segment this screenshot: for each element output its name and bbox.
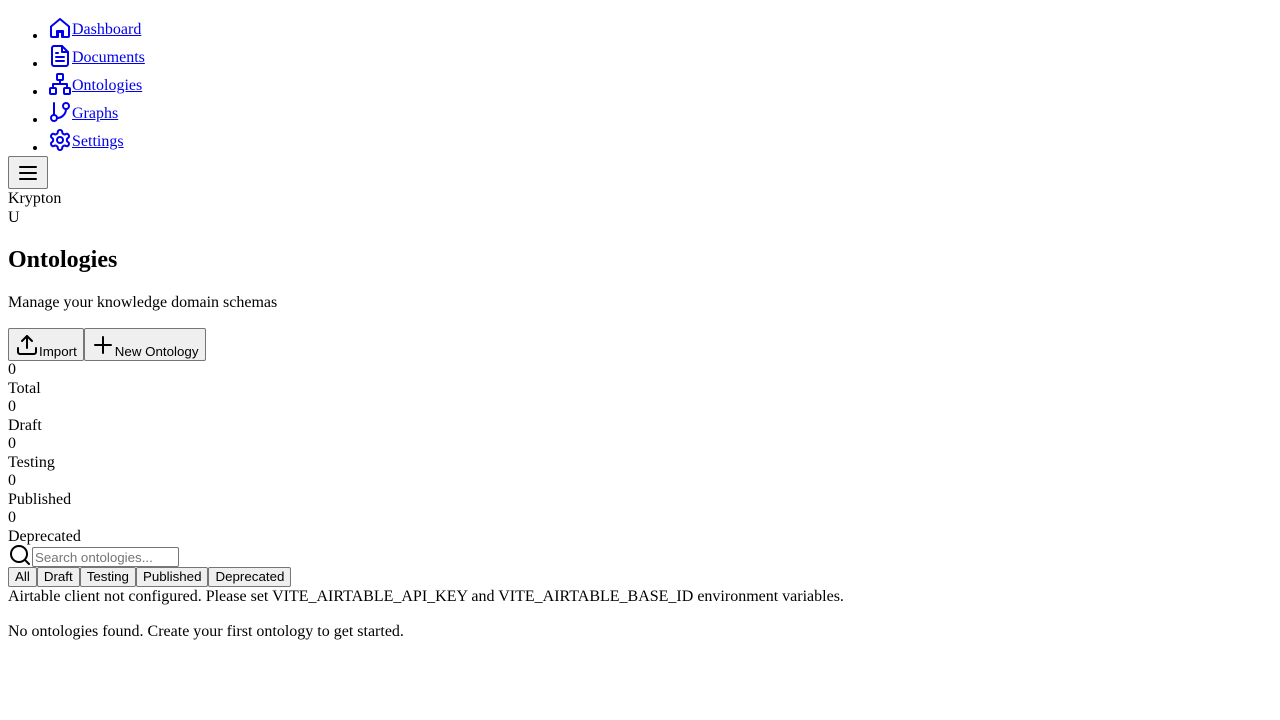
stat-value: 0 <box>8 398 16 415</box>
stat-deprecated: 0 Deprecated <box>8 509 1272 546</box>
stat-value: 0 <box>8 472 16 489</box>
stats-summary: 0 Total 0 Draft 0 Testing 0 Published 0 … <box>8 361 1272 546</box>
sidebar-nav: Dashboard Documents Ontologies <box>8 16 1272 156</box>
stat-label: Testing <box>8 453 55 471</box>
nav-label-documents: Documents <box>72 49 145 66</box>
document-icon <box>51 45 69 67</box>
stat-total: 0 Total <box>8 361 1272 398</box>
brand-name: Krypton <box>8 190 62 207</box>
error-message: Airtable client not configured. Please s… <box>8 588 844 605</box>
page-subtitle: Manage your knowledge domain schemas <box>8 294 278 311</box>
plus-icon <box>93 336 112 354</box>
nav-item-ontologies: Ontologies <box>48 72 1272 100</box>
search-icon <box>10 545 30 565</box>
menu-toggle-button[interactable] <box>8 156 48 189</box>
import-button[interactable]: Import <box>8 328 84 361</box>
stat-value: 0 <box>8 435 16 452</box>
stat-published: 0 Published <box>8 472 1272 509</box>
filter-deprecated-button[interactable]: Deprecated <box>208 567 292 587</box>
nav-item-settings: Settings <box>48 128 1272 156</box>
nav-label-graphs: Graphs <box>72 105 119 122</box>
nav-label-dashboard: Dashboard <box>72 21 142 38</box>
nav-link-dashboard[interactable]: Dashboard <box>48 16 141 44</box>
import-button-label: Import <box>39 344 77 359</box>
menu-icon <box>19 165 37 180</box>
stat-label: Published <box>8 490 72 508</box>
nav-link-ontologies[interactable]: Ontologies <box>48 72 142 100</box>
filter-draft-button[interactable]: Draft <box>36 567 80 587</box>
new-ontology-button[interactable]: New Ontology <box>83 328 206 361</box>
stat-value: 0 <box>8 361 16 378</box>
stat-value: 0 <box>8 509 16 526</box>
stat-label: Draft <box>8 416 42 434</box>
stat-testing: 0 Testing <box>8 435 1272 472</box>
page-title: Ontologies <box>8 247 118 273</box>
filter-all-button[interactable]: All <box>8 567 37 587</box>
filter-published-button[interactable]: Published <box>135 567 209 587</box>
search-bar <box>8 545 1272 567</box>
avatar[interactable]: U <box>8 208 1272 227</box>
empty-state-message: No ontologies found. Create your first o… <box>8 623 404 640</box>
stat-label: Deprecated <box>8 527 81 545</box>
nav-link-graphs[interactable]: Graphs <box>48 100 118 128</box>
nav-item-dashboard: Dashboard <box>48 16 1272 44</box>
nav-item-documents: Documents <box>48 44 1272 72</box>
filter-testing-button[interactable]: Testing <box>79 567 136 587</box>
nav-link-documents[interactable]: Documents <box>48 44 145 72</box>
status-filter-group: All Draft Testing Published Deprecated <box>8 567 1272 587</box>
git-branch-icon <box>50 102 70 122</box>
home-icon <box>50 18 70 38</box>
upload-icon <box>17 335 37 355</box>
nav-label-ontologies: Ontologies <box>72 77 143 94</box>
new-ontology-button-label: New Ontology <box>114 344 199 359</box>
nav-label-settings: Settings <box>72 133 124 150</box>
search-input[interactable] <box>32 547 179 567</box>
action-bar: Import New Ontology <box>8 328 1272 361</box>
nav-link-settings[interactable]: Settings <box>48 128 124 156</box>
network-icon <box>49 73 71 95</box>
gear-icon <box>50 129 70 151</box>
stat-label: Total <box>8 379 41 397</box>
stat-draft: 0 Draft <box>8 398 1272 435</box>
nav-item-graphs: Graphs <box>48 100 1272 128</box>
